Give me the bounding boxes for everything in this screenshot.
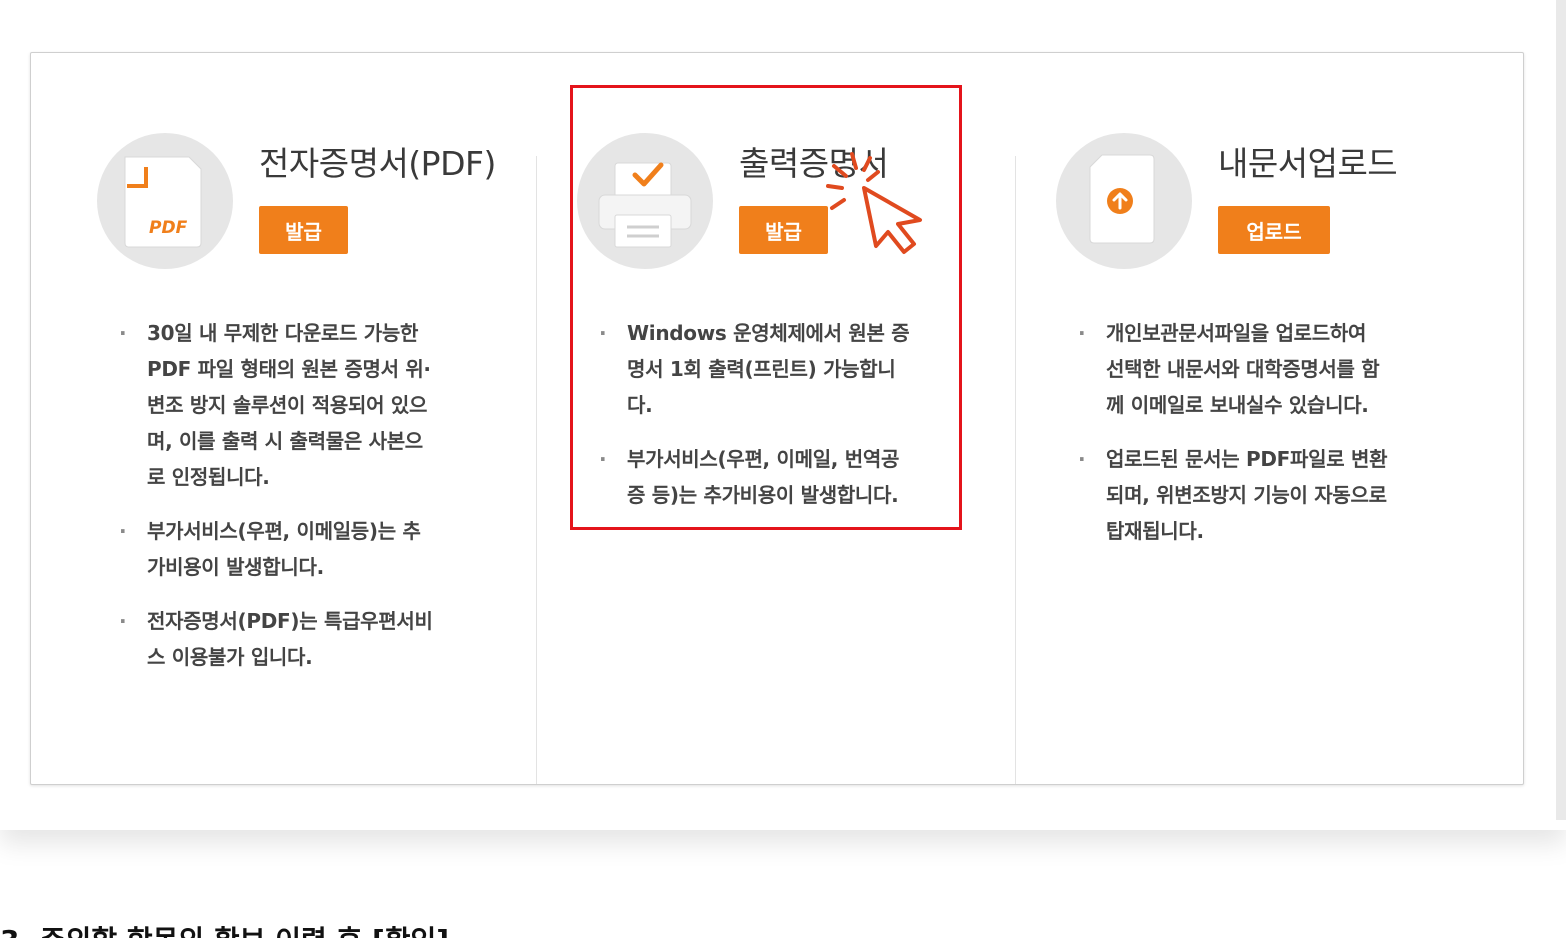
click-cursor-icon xyxy=(820,148,930,262)
option-my-document-upload: 내문서업로드 업로드 · 개인보관문서파일을 업로드하여 선택한 내문서와 대학증명… xyxy=(990,53,1470,786)
upload-file-icon xyxy=(1056,133,1192,269)
next-step-instruction: 3. 주의할 항목의 확보 이력 후 [확인] xyxy=(0,920,900,938)
scroll-gutter xyxy=(1556,0,1566,820)
pdf-file-icon: PDF xyxy=(97,133,233,269)
option-electronic-pdf: PDF 전자증명서(PDF) 발급 · 30일 내 무제한 다운로드 가능한 PDF… xyxy=(31,53,511,786)
note-item: · 전자증명서(PDF)는 특급우편서비 스 이용불가 입니다. xyxy=(119,609,433,669)
option-title: 내문서업로드 xyxy=(1218,144,1398,183)
option-title: 전자증명서(PDF) xyxy=(259,144,496,183)
upload-button[interactable]: 업로드 xyxy=(1218,206,1330,254)
note-item: · 30일 내 무제한 다운로드 가능한 PDF 파일 형태의 원본 증명서 위· 변… xyxy=(119,321,431,489)
note-item: · 개인보관문서파일을 업로드하여 선택한 내문서와 대학증명서를 함께 이메일로 … xyxy=(1078,321,1380,417)
option-notes: · 개인보관문서파일을 업로드하여 선택한 내문서와 대학증명서를 함께 이메일로 … xyxy=(1078,315,1458,567)
option-notes: · 30일 내 무제한 다운로드 가능한 PDF 파일 형태의 원본 증명서 위· 변… xyxy=(119,315,489,693)
note-item: · 업로드된 문서는 PDF파일로 변환 되며, 위변조방지 기능이 자동으로 탑재됩… xyxy=(1078,447,1388,543)
note-item: · 부가서비스(우편, 이메일등)는 추 가비용이 발생합니다. xyxy=(119,519,421,579)
svg-text:PDF: PDF xyxy=(149,218,188,238)
issue-pdf-button[interactable]: 발급 xyxy=(259,206,348,254)
